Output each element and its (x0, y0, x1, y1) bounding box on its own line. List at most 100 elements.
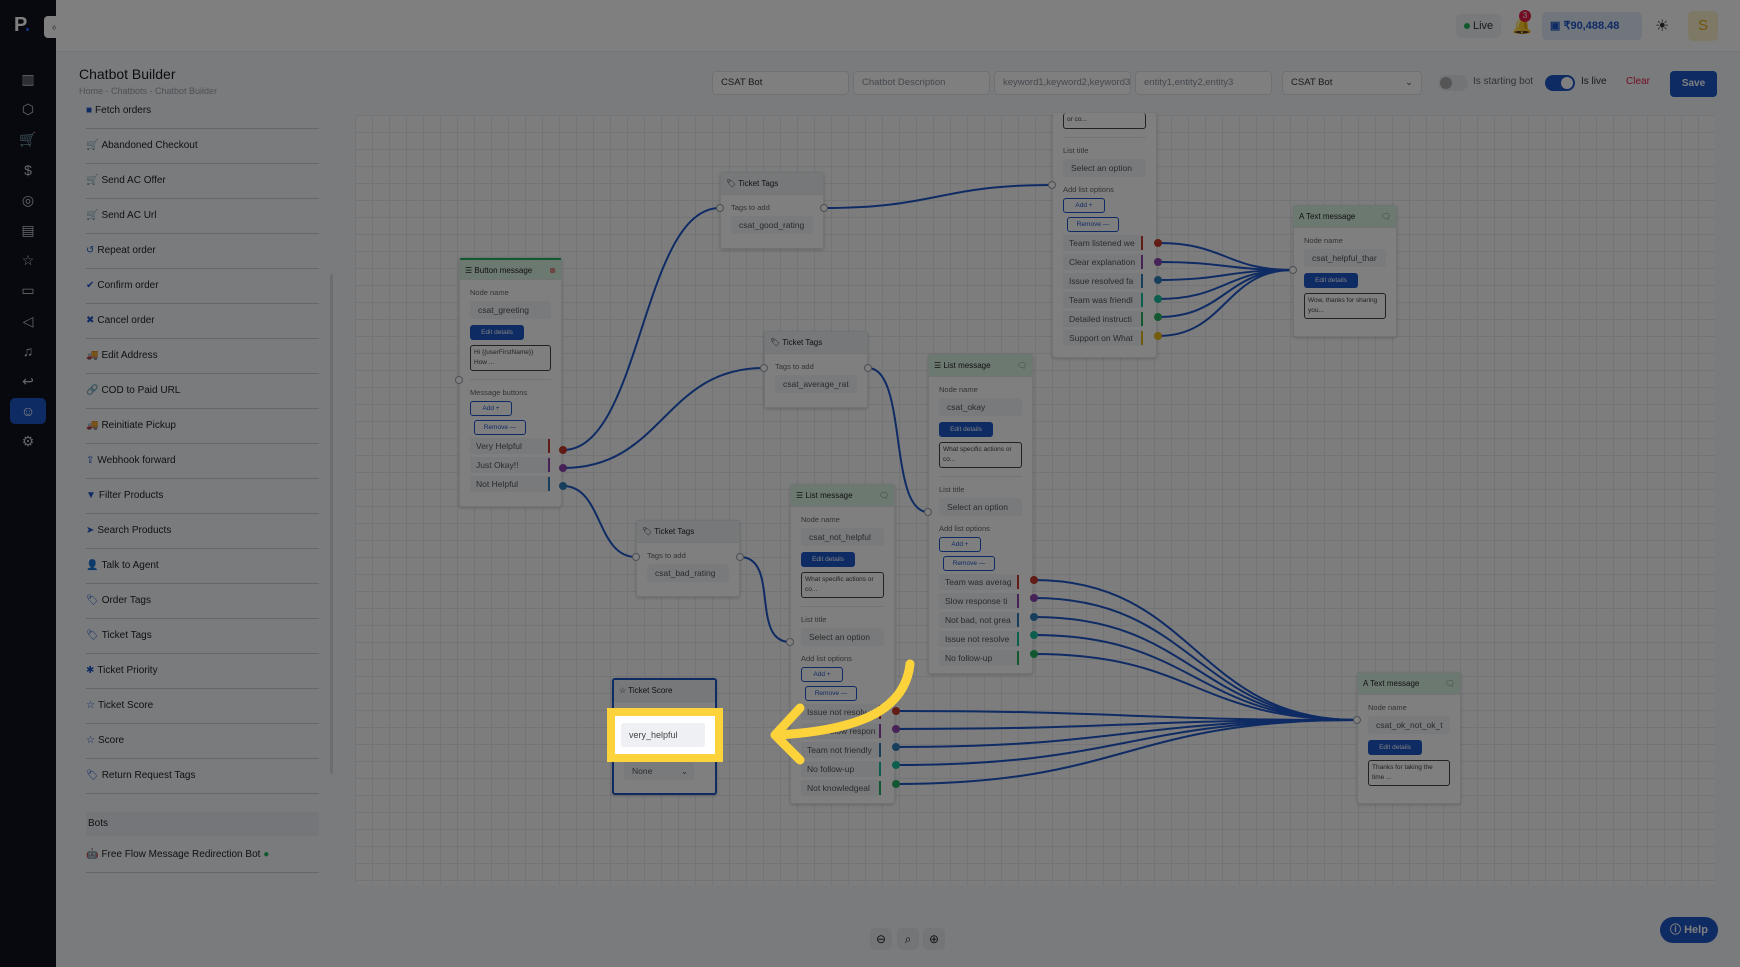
connection-port[interactable] (1154, 239, 1162, 247)
option-item[interactable]: Detailed instructi (1063, 311, 1143, 327)
node-header[interactable]: A Text message 🗨 (1358, 673, 1460, 695)
palette-item[interactable]: ☆ Score (86, 724, 319, 759)
bot-name-input[interactable]: CSAT Bot (712, 71, 849, 95)
connection-port[interactable] (632, 553, 640, 561)
app-logo[interactable]: P. (14, 14, 30, 37)
palette-item[interactable]: ➤ Search Products (86, 514, 319, 549)
option-item[interactable]: Issue not resolve (939, 631, 1019, 647)
bell-icon[interactable]: 🔔 3 (1512, 10, 1532, 36)
connection-port[interactable] (1030, 650, 1038, 658)
save-button[interactable]: Save (1670, 71, 1717, 97)
node-header[interactable]: ☰ List message 🗨 (791, 485, 894, 507)
palette-item[interactable]: ✱ Ticket Priority (86, 654, 319, 689)
node-list-helpful[interactable]: or co... List title Select an option Add… (1052, 113, 1157, 358)
add-button[interactable]: Add + (801, 667, 843, 682)
node-header[interactable]: ☰ List message 🗨 (929, 355, 1032, 377)
clear-button[interactable]: Clear (1626, 76, 1650, 87)
node-list-okay[interactable]: ☰ List message 🗨 Node name csat_okay Edit… (928, 354, 1033, 674)
node-ticket-tags-bad[interactable]: 🏷 Ticket Tags Tags to add csat_bad_ratin… (636, 520, 740, 597)
connection-port[interactable] (1030, 631, 1038, 639)
tags-field[interactable]: csat_good_rating (731, 216, 813, 234)
connection-port[interactable] (1030, 576, 1038, 584)
score-value-field[interactable]: very_helpful (621, 723, 705, 747)
palette-item[interactable]: 🏷 Ticket Tags (86, 619, 319, 654)
list-title-field[interactable]: Select an option (939, 498, 1022, 516)
message-preview[interactable]: or co... (1063, 113, 1146, 129)
palette-item[interactable]: 🚚 Reinitiate Pickup (86, 409, 319, 444)
tags-field[interactable]: csat_average_rat (775, 375, 857, 393)
description-input[interactable]: Chatbot Description (853, 71, 990, 95)
palette-item[interactable]: ↺ Repeat order (86, 234, 319, 269)
edit-details-button[interactable]: Edit details (1368, 740, 1422, 755)
node-button-message[interactable]: ☰ Button message ⊗ Node name csat_greetin… (459, 257, 562, 507)
node-header[interactable]: 🏷 Ticket Tags (637, 521, 739, 543)
connection-port[interactable] (559, 464, 567, 472)
message-preview[interactable]: Wow, thanks for sharing you... (1304, 293, 1386, 319)
option-item[interactable]: Not knowledgeal (801, 780, 881, 796)
node-header[interactable]: 🏷 Ticket Tags (765, 332, 867, 354)
connection-port[interactable] (1353, 716, 1361, 724)
option-item[interactable]: Team listened we (1063, 235, 1143, 251)
dollar-icon[interactable]: $ (10, 157, 46, 183)
palette-item[interactable]: ▼ Filter Products (86, 479, 319, 514)
avatar[interactable]: S (1688, 11, 1718, 41)
theme-toggle-icon[interactable]: ☀ (1655, 16, 1669, 36)
connection-port[interactable] (892, 780, 900, 788)
edit-details-button[interactable]: Edit details (939, 422, 993, 437)
connection-port[interactable] (1289, 266, 1297, 274)
entities-input[interactable]: entity1,entity2,entity3 (1135, 71, 1272, 95)
box-icon[interactable]: ⬡ (10, 96, 46, 122)
node-header[interactable]: A Text message 🗨 (1294, 206, 1396, 228)
node-text-ok[interactable]: A Text message 🗨 Node name csat_ok_not_ok… (1357, 672, 1461, 804)
tags-field[interactable]: csat_bad_rating (647, 564, 729, 582)
gear-icon[interactable]: ⚙ (10, 428, 46, 454)
wallet-balance[interactable]: ▣ ₹90,488.48 (1542, 12, 1642, 40)
clipboard-icon[interactable]: ▤ (10, 217, 46, 243)
chat-icon[interactable]: ▭ (10, 277, 46, 303)
zoom-reset-button[interactable]: ⌕ (897, 928, 919, 950)
connection-port[interactable] (1154, 332, 1162, 340)
node-header[interactable]: 🏷 Ticket Tags (721, 173, 823, 195)
edit-details-button[interactable]: Edit details (1304, 273, 1358, 288)
is-live-toggle[interactable] (1545, 75, 1575, 91)
keywords-input[interactable]: keyword1,keyword2,keyword3 (994, 71, 1131, 95)
palette-item[interactable]: 🛒 Send AC Offer (86, 164, 319, 199)
node-header[interactable]: ☆ Ticket Score (614, 680, 715, 702)
palette-scrollbar[interactable] (330, 274, 333, 774)
remove-button[interactable]: Remove — (805, 686, 857, 701)
palette-item[interactable]: ■ Fetch orders (86, 104, 319, 129)
message-preview[interactable]: Hi {{userFirstName}} How ... (470, 345, 551, 371)
close-icon[interactable]: ⊗ (549, 260, 556, 282)
connection-port[interactable] (1048, 181, 1056, 189)
edit-details-button[interactable]: Edit details (801, 552, 855, 567)
connection-port[interactable] (559, 482, 567, 490)
node-name-field[interactable]: csat_greeting (470, 301, 551, 319)
palette-item[interactable]: 🏷 Order Tags (86, 584, 319, 619)
message-preview[interactable]: What specific actions or co... (939, 442, 1022, 468)
starting-bot-toggle[interactable] (1438, 75, 1468, 91)
connection-port[interactable] (1154, 276, 1162, 284)
message-preview[interactable]: What specific actions or co... (801, 572, 884, 598)
node-ticket-tags-good[interactable]: 🏷 Ticket Tags Tags to add csat_good_rati… (720, 172, 824, 249)
connection-port[interactable] (760, 364, 768, 372)
node-text-helpful[interactable]: A Text message 🗨 Node name csat_helpful_t… (1293, 205, 1397, 337)
list-title-field[interactable]: Select an option (801, 628, 884, 646)
add-button[interactable]: Add + (939, 537, 981, 552)
connection-port[interactable] (1030, 594, 1038, 602)
bot-icon[interactable]: ☺ (10, 398, 46, 425)
option-item[interactable]: Very Helpful (470, 438, 550, 454)
connection-port[interactable] (786, 638, 794, 646)
palette-item[interactable]: 🚚 Edit Address (86, 339, 319, 374)
connection-port[interactable] (559, 446, 567, 454)
add-button[interactable]: Add + (1063, 198, 1105, 213)
option-item[interactable]: Team was friendl (1063, 292, 1143, 308)
add-button[interactable]: Add + (470, 401, 512, 416)
connection-port[interactable] (1154, 295, 1162, 303)
option-item[interactable]: Just Okay!! (470, 457, 550, 473)
connection-port[interactable] (892, 707, 900, 715)
connection-port[interactable] (924, 508, 932, 516)
connection-port[interactable] (1154, 258, 1162, 266)
option-item[interactable]: Team slow respon (801, 723, 881, 739)
option-item[interactable]: No follow-up (801, 761, 881, 777)
remove-button[interactable]: Remove — (943, 556, 995, 571)
